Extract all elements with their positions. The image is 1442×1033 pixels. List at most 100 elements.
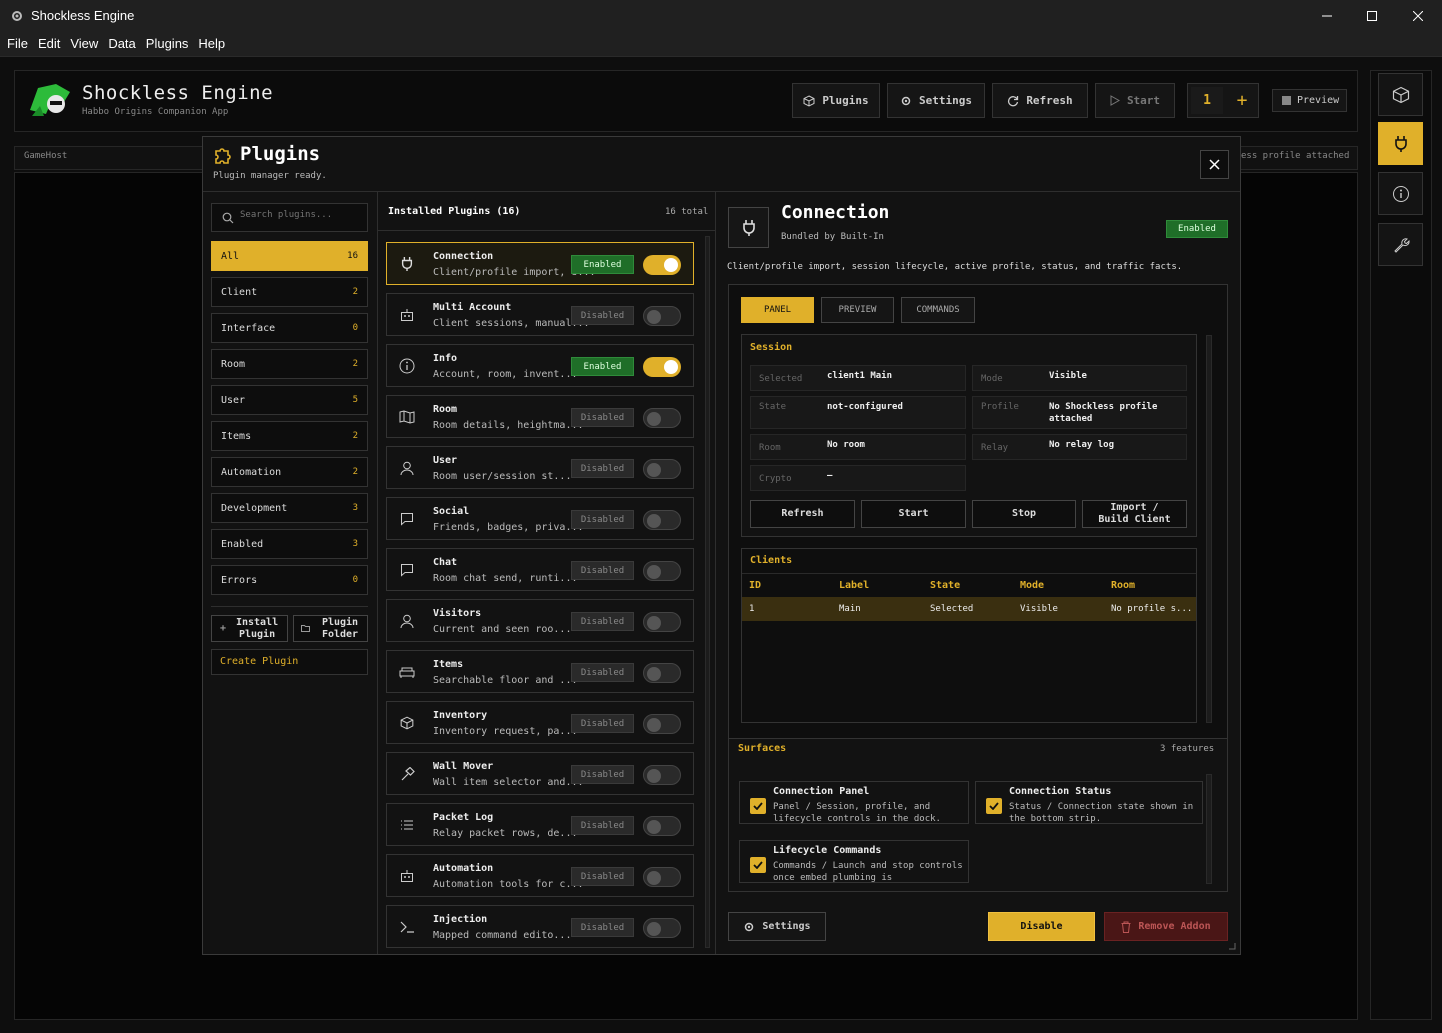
install-plugin-button[interactable]: + Install Plugin bbox=[211, 615, 288, 642]
plugin-row-connection[interactable]: Connection Client/profile import, s... E… bbox=[386, 242, 694, 285]
settings-button[interactable]: Settings bbox=[887, 83, 985, 118]
plugin-row-items[interactable]: Items Searchable floor and ... Disabled bbox=[386, 650, 694, 693]
list-header-divider bbox=[378, 230, 715, 231]
category-development[interactable]: Development 3 bbox=[211, 493, 368, 523]
plugin-name: Room bbox=[433, 404, 458, 415]
field-key: State bbox=[759, 402, 787, 412]
tab-commands[interactable]: COMMANDS bbox=[901, 297, 975, 323]
plug-icon bbox=[1393, 135, 1409, 153]
plugin-row-packet-log[interactable]: Packet Log Relay packet rows, de... Disa… bbox=[386, 803, 694, 846]
menu-file[interactable]: File bbox=[2, 32, 33, 56]
plugin-folder-label: Plugin Folder bbox=[321, 616, 359, 640]
plugin-desc: Room details, heightma... bbox=[433, 420, 584, 431]
start-button-label: Start bbox=[1126, 94, 1161, 107]
clients-header-mode: Mode bbox=[1020, 580, 1045, 591]
category-client[interactable]: Client 2 bbox=[211, 277, 368, 307]
plugin-name: Chat bbox=[433, 557, 458, 568]
plugin-row-wall-mover[interactable]: Wall Mover Wall item selector and... Dis… bbox=[386, 752, 694, 795]
close-window-button[interactable] bbox=[1395, 0, 1441, 32]
resize-grip-icon[interactable] bbox=[1228, 942, 1236, 950]
category-errors[interactable]: Errors 0 bbox=[211, 565, 368, 595]
plugin-row-user[interactable]: User Room user/session st... Disabled bbox=[386, 446, 694, 489]
session-refresh-button[interactable]: Refresh bbox=[750, 500, 855, 528]
plugin-toggle[interactable] bbox=[643, 459, 681, 479]
category-all[interactable]: All 16 bbox=[211, 241, 368, 271]
surfaces-scrollbar[interactable] bbox=[1206, 774, 1212, 884]
category-interface[interactable]: Interface 0 bbox=[211, 313, 368, 343]
field-key: Profile bbox=[981, 402, 1019, 412]
sidebar-wrench-button[interactable] bbox=[1378, 223, 1423, 266]
status-badge: Disabled bbox=[571, 765, 634, 784]
create-plugin-button[interactable]: Create Plugin bbox=[211, 649, 368, 675]
detail-scrollbar[interactable] bbox=[1206, 335, 1212, 723]
plugin-row-room[interactable]: Room Room details, heightma... Disabled bbox=[386, 395, 694, 438]
plugin-toggle[interactable] bbox=[643, 765, 681, 785]
session-start-button[interactable]: Start bbox=[861, 500, 966, 528]
plugin-row-inventory[interactable]: Inventory Inventory request, pa... Disab… bbox=[386, 701, 694, 744]
plugins-button[interactable]: Plugins bbox=[792, 83, 880, 118]
plugin-row-info[interactable]: Info Account, room, invent... Enabled bbox=[386, 344, 694, 387]
session-stop-button[interactable]: Stop bbox=[972, 500, 1076, 528]
menu-plugins[interactable]: Plugins bbox=[141, 32, 194, 56]
sidebar-cube-button[interactable] bbox=[1378, 73, 1423, 116]
plugin-toggle[interactable] bbox=[643, 357, 681, 377]
plugin-toggle[interactable] bbox=[643, 612, 681, 632]
sidebar-info-button[interactable] bbox=[1378, 172, 1423, 215]
plugin-folder-button[interactable]: Plugin Folder bbox=[293, 615, 368, 642]
clients-header-room: Room bbox=[1111, 580, 1136, 591]
plugin-toggle[interactable] bbox=[643, 816, 681, 836]
tab-panel[interactable]: PANEL bbox=[741, 297, 814, 323]
category-room[interactable]: Room 2 bbox=[211, 349, 368, 379]
disable-button[interactable]: Disable bbox=[988, 912, 1095, 941]
minimize-button[interactable] bbox=[1304, 0, 1350, 32]
remove-addon-button[interactable]: Remove Addon bbox=[1104, 912, 1228, 941]
plugin-settings-button[interactable]: Settings bbox=[728, 912, 826, 941]
menu-help[interactable]: Help bbox=[193, 32, 230, 56]
menu-view[interactable]: View bbox=[65, 32, 103, 56]
sidebar-plug-button[interactable] bbox=[1378, 122, 1423, 165]
import-build-client-button[interactable]: Import / Build Client bbox=[1082, 500, 1187, 528]
plugin-row-visitors[interactable]: Visitors Current and seen roo... Disable… bbox=[386, 599, 694, 642]
plugin-toggle[interactable] bbox=[643, 918, 681, 938]
menu-data[interactable]: Data bbox=[103, 32, 140, 56]
status-badge: Disabled bbox=[571, 918, 634, 937]
plugin-toggle[interactable] bbox=[643, 867, 681, 887]
surface-connection-status[interactable]: Connection Status Status / Connection st… bbox=[975, 781, 1203, 824]
field-room: Room No room bbox=[750, 434, 966, 460]
search-plugins-box[interactable] bbox=[211, 203, 368, 232]
plugin-toggle[interactable] bbox=[643, 255, 681, 275]
plugin-toggle[interactable] bbox=[643, 510, 681, 530]
menu-edit[interactable]: Edit bbox=[33, 32, 65, 56]
category-user[interactable]: User 5 bbox=[211, 385, 368, 415]
plugin-row-multi-account[interactable]: Multi Account Client sessions, manual...… bbox=[386, 293, 694, 336]
category-label: All bbox=[221, 250, 240, 262]
plugin-toggle[interactable] bbox=[643, 306, 681, 326]
plugin-toggle[interactable] bbox=[643, 408, 681, 428]
add-client-button[interactable]: + bbox=[1228, 87, 1256, 114]
maximize-button[interactable] bbox=[1349, 0, 1395, 32]
table-row[interactable]: 1 Main Selected Visible No profile s... bbox=[742, 597, 1196, 621]
search-input[interactable] bbox=[240, 210, 360, 220]
plugin-row-automation[interactable]: Automation Automation tools for c... Dis… bbox=[386, 854, 694, 897]
plugin-row-injection[interactable]: Injection Mapped command edito... Disabl… bbox=[386, 905, 694, 948]
plugin-row-social[interactable]: Social Friends, badges, priva... Disable… bbox=[386, 497, 694, 540]
modal-close-button[interactable] bbox=[1200, 150, 1229, 179]
plugin-list-scrollbar[interactable] bbox=[705, 236, 710, 948]
preview-toggle[interactable]: Preview bbox=[1272, 89, 1347, 112]
chat-icon bbox=[396, 559, 418, 581]
start-button[interactable]: Start bbox=[1095, 83, 1175, 118]
plugin-toggle[interactable] bbox=[643, 714, 681, 734]
category-count: 0 bbox=[352, 575, 358, 585]
surface-lifecycle-commands[interactable]: Lifecycle Commands Commands / Launch and… bbox=[739, 840, 969, 883]
category-items[interactable]: Items 2 bbox=[211, 421, 368, 451]
category-enabled[interactable]: Enabled 3 bbox=[211, 529, 368, 559]
plugin-desc: Room chat send, runti... bbox=[433, 573, 578, 584]
plugin-row-chat[interactable]: Chat Room chat send, runti... Disabled bbox=[386, 548, 694, 591]
tab-preview[interactable]: PREVIEW bbox=[821, 297, 894, 323]
category-automation[interactable]: Automation 2 bbox=[211, 457, 368, 487]
cell-id: 1 bbox=[749, 604, 755, 614]
plugin-toggle[interactable] bbox=[643, 663, 681, 683]
plugin-toggle[interactable] bbox=[643, 561, 681, 581]
refresh-button[interactable]: Refresh bbox=[992, 83, 1088, 118]
surface-connection-panel[interactable]: Connection Panel Panel / Session, profil… bbox=[739, 781, 969, 824]
